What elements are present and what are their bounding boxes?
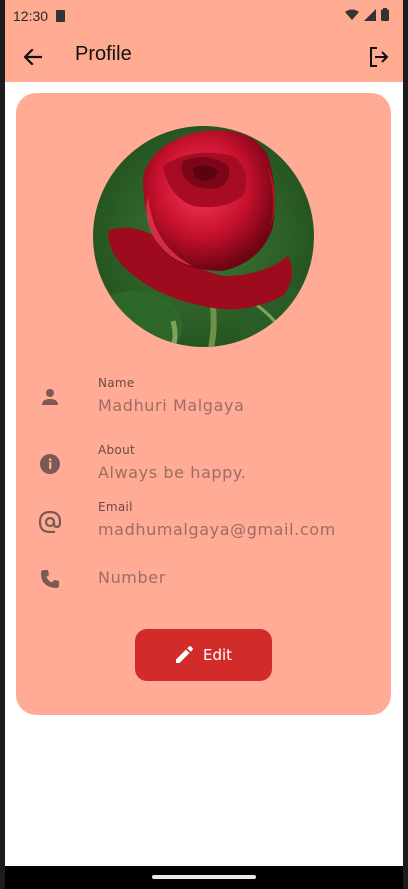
logout-button[interactable] <box>365 43 393 71</box>
system-nav-bar <box>5 866 403 889</box>
edit-button-label: Edit <box>202 646 233 664</box>
avatar[interactable] <box>93 126 314 347</box>
rose-image <box>93 126 314 347</box>
app-bar: Profile <box>5 32 403 82</box>
name-field[interactable]: Name Madhuri Malgaya <box>36 375 366 421</box>
number-field[interactable]: Number <box>36 563 366 595</box>
phone-screen: 12:30 Profile Name Madhuri Malgaya About… <box>5 0 403 889</box>
profile-card: Name Madhuri Malgaya About Always be hap… <box>16 93 391 715</box>
person-icon <box>36 383 64 411</box>
email-label: Email <box>98 500 133 514</box>
name-label: Name <box>98 376 135 390</box>
name-value: Madhuri Malgaya <box>98 396 245 415</box>
battery-icon <box>381 8 389 21</box>
phone-icon <box>36 565 64 593</box>
wifi-icon <box>345 9 359 20</box>
number-placeholder: Number <box>98 568 166 587</box>
sd-card-icon <box>56 10 65 22</box>
status-bar: 12:30 <box>5 0 403 32</box>
status-time: 12:30 <box>13 8 49 24</box>
about-label: About <box>98 443 135 457</box>
back-button[interactable] <box>19 43 47 71</box>
pencil-icon <box>175 646 193 663</box>
page-title: Profile <box>75 43 132 65</box>
logout-icon <box>370 47 389 67</box>
about-field[interactable]: About Always be happy. <box>36 442 366 488</box>
edit-button[interactable]: Edit <box>135 629 272 681</box>
email-field[interactable]: Email madhumalgaya@gmail.com <box>36 499 366 545</box>
home-gesture-handle[interactable] <box>152 875 256 879</box>
signal-icon <box>364 8 376 21</box>
status-icons <box>345 8 389 21</box>
at-icon <box>36 508 64 536</box>
arrow-back-icon <box>24 49 42 65</box>
about-value: Always be happy. <box>98 463 247 482</box>
email-value: madhumalgaya@gmail.com <box>98 520 336 539</box>
info-icon <box>36 450 64 478</box>
